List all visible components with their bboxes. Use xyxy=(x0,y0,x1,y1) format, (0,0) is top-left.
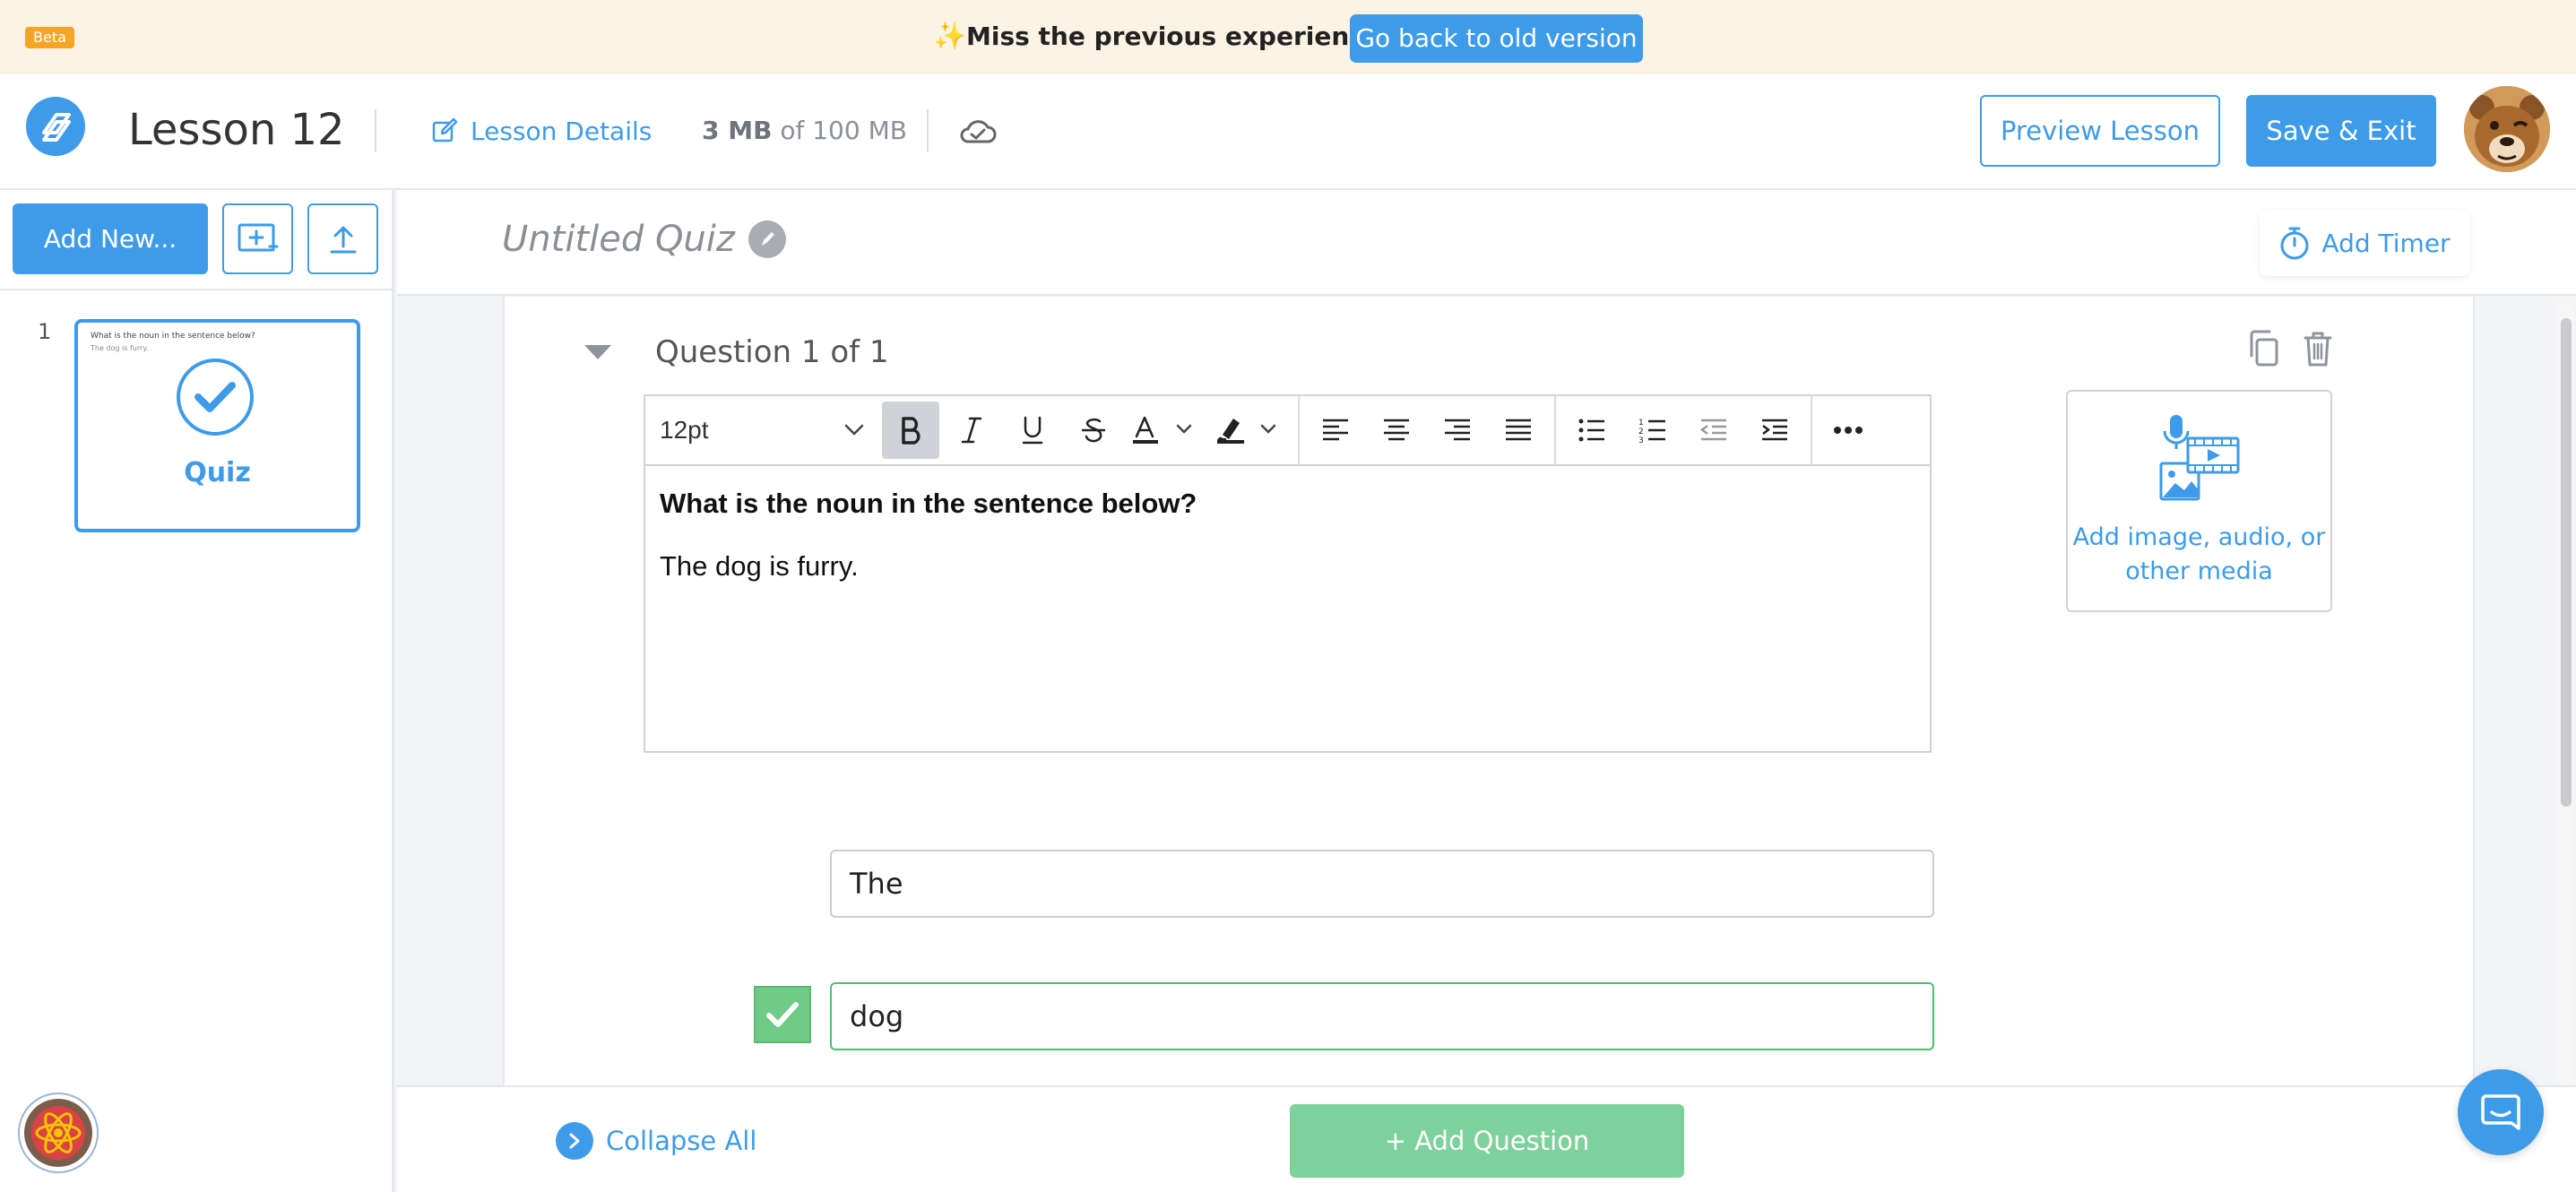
quiz-check-icon xyxy=(177,358,254,436)
add-timer-button[interactable]: Add Timer xyxy=(2260,210,2469,276)
add-timer-label: Add Timer xyxy=(2321,228,2451,258)
question-prompt: What is the noun in the sentence below? xyxy=(660,488,1197,519)
divider xyxy=(927,109,929,152)
thumbnail-title: What is the noun in the sentence below? xyxy=(91,332,255,341)
media-icon xyxy=(2157,413,2242,503)
correct-answer-checkbox[interactable] xyxy=(754,986,811,1043)
add-slide-button[interactable] xyxy=(222,203,293,274)
answer-option-2[interactable]: dog xyxy=(830,982,1934,1050)
cloud-saved-icon xyxy=(957,115,997,147)
formatting-toolbar: 12pt 1 2 3 xyxy=(645,395,1930,466)
sparkle-icon: ✨ xyxy=(933,21,967,52)
editor-content[interactable]: What is the noun in the sentence below? … xyxy=(660,486,1197,584)
indent-icon[interactable] xyxy=(1746,402,1803,459)
question-editor[interactable]: 12pt 1 2 3 What is the noun in the sente… xyxy=(644,394,1932,753)
font-size-select[interactable]: 12pt xyxy=(645,402,878,459)
svg-text:2: 2 xyxy=(1638,428,1644,436)
italic-icon[interactable] xyxy=(943,402,1000,459)
scrollbar-thumb[interactable] xyxy=(2561,318,2572,807)
lesson-title[interactable]: Lesson 12 xyxy=(128,100,345,160)
align-right-icon[interactable] xyxy=(1429,402,1486,459)
add-media-label: Add image, audio, or other media xyxy=(2072,523,2326,585)
outdent-icon[interactable] xyxy=(1685,402,1742,459)
bullet-list-icon[interactable] xyxy=(1563,402,1621,459)
banner-message: Miss the previous experience? xyxy=(966,22,1396,51)
chat-icon[interactable] xyxy=(2458,1069,2544,1155)
underline-icon[interactable] xyxy=(1004,402,1061,459)
numbered-list-icon[interactable]: 123 xyxy=(1624,402,1681,459)
collapse-all-button[interactable]: Collapse All xyxy=(556,1122,756,1160)
user-avatar[interactable] xyxy=(2464,86,2550,172)
more-options-icon[interactable] xyxy=(1820,402,1877,459)
copy-icon[interactable] xyxy=(2246,329,2282,368)
preview-lesson-button[interactable]: Preview Lesson xyxy=(1980,95,2220,167)
svg-text:3: 3 xyxy=(1638,436,1644,444)
quiz-title[interactable]: Untitled Quiz xyxy=(502,216,735,263)
pencil-icon[interactable] xyxy=(748,220,786,258)
question-sentence: The dog is furry. xyxy=(660,550,859,582)
app-logo-icon[interactable] xyxy=(26,97,85,156)
align-justify-icon[interactable] xyxy=(1490,402,1547,459)
slide-number: 1 xyxy=(38,319,52,344)
svg-text:1: 1 xyxy=(1638,419,1644,428)
question-label: Question 1 of 1 xyxy=(655,334,889,370)
strikethrough-icon[interactable] xyxy=(1065,402,1122,459)
upload-button[interactable] xyxy=(307,203,378,274)
slide-thumbnail[interactable]: What is the noun in the sentence below? … xyxy=(74,319,360,532)
storage-total: of 100 MB xyxy=(780,116,907,145)
storage-usage: 3 MB of 100 MB xyxy=(702,113,907,149)
collapse-all-label: Collapse All xyxy=(606,1126,757,1156)
chevron-right-icon xyxy=(556,1122,593,1160)
add-question-button[interactable]: + Add Question xyxy=(1290,1104,1684,1178)
edit-icon xyxy=(431,117,458,144)
font-size-value: 12pt xyxy=(660,416,709,444)
divider xyxy=(375,109,376,152)
storage-used: 3 MB xyxy=(702,116,773,145)
add-media-button[interactable]: Add image, audio, or other media xyxy=(2066,390,2332,612)
bold-icon[interactable] xyxy=(882,402,939,459)
old-version-button[interactable]: Go back to old version xyxy=(1350,14,1643,63)
caret-down-icon[interactable] xyxy=(583,343,613,361)
trash-icon[interactable] xyxy=(2300,329,2336,368)
react-devtools-icon[interactable] xyxy=(18,1093,99,1173)
sidebar-divider xyxy=(0,289,394,290)
chevron-down-icon xyxy=(844,424,864,436)
save-exit-button[interactable]: Save & Exit xyxy=(2246,95,2436,167)
lesson-details-link[interactable]: Lesson Details xyxy=(431,113,652,149)
text-color-icon[interactable] xyxy=(1126,402,1206,459)
add-slide-icon xyxy=(238,221,279,257)
align-left-icon[interactable] xyxy=(1307,402,1364,459)
stopwatch-icon xyxy=(2278,225,2311,261)
answer-option-1[interactable]: The xyxy=(830,850,1934,918)
thumbnail-subtitle: The dog is furry. xyxy=(91,344,149,352)
beta-badge: Beta xyxy=(25,27,74,48)
upload-icon xyxy=(328,223,359,255)
add-new-button[interactable]: Add New... xyxy=(13,203,208,274)
highlight-color-icon[interactable] xyxy=(1210,402,1291,459)
slide-type-label: Quiz xyxy=(184,457,251,488)
align-center-icon[interactable] xyxy=(1368,402,1425,459)
lesson-details-label: Lesson Details xyxy=(471,116,653,146)
